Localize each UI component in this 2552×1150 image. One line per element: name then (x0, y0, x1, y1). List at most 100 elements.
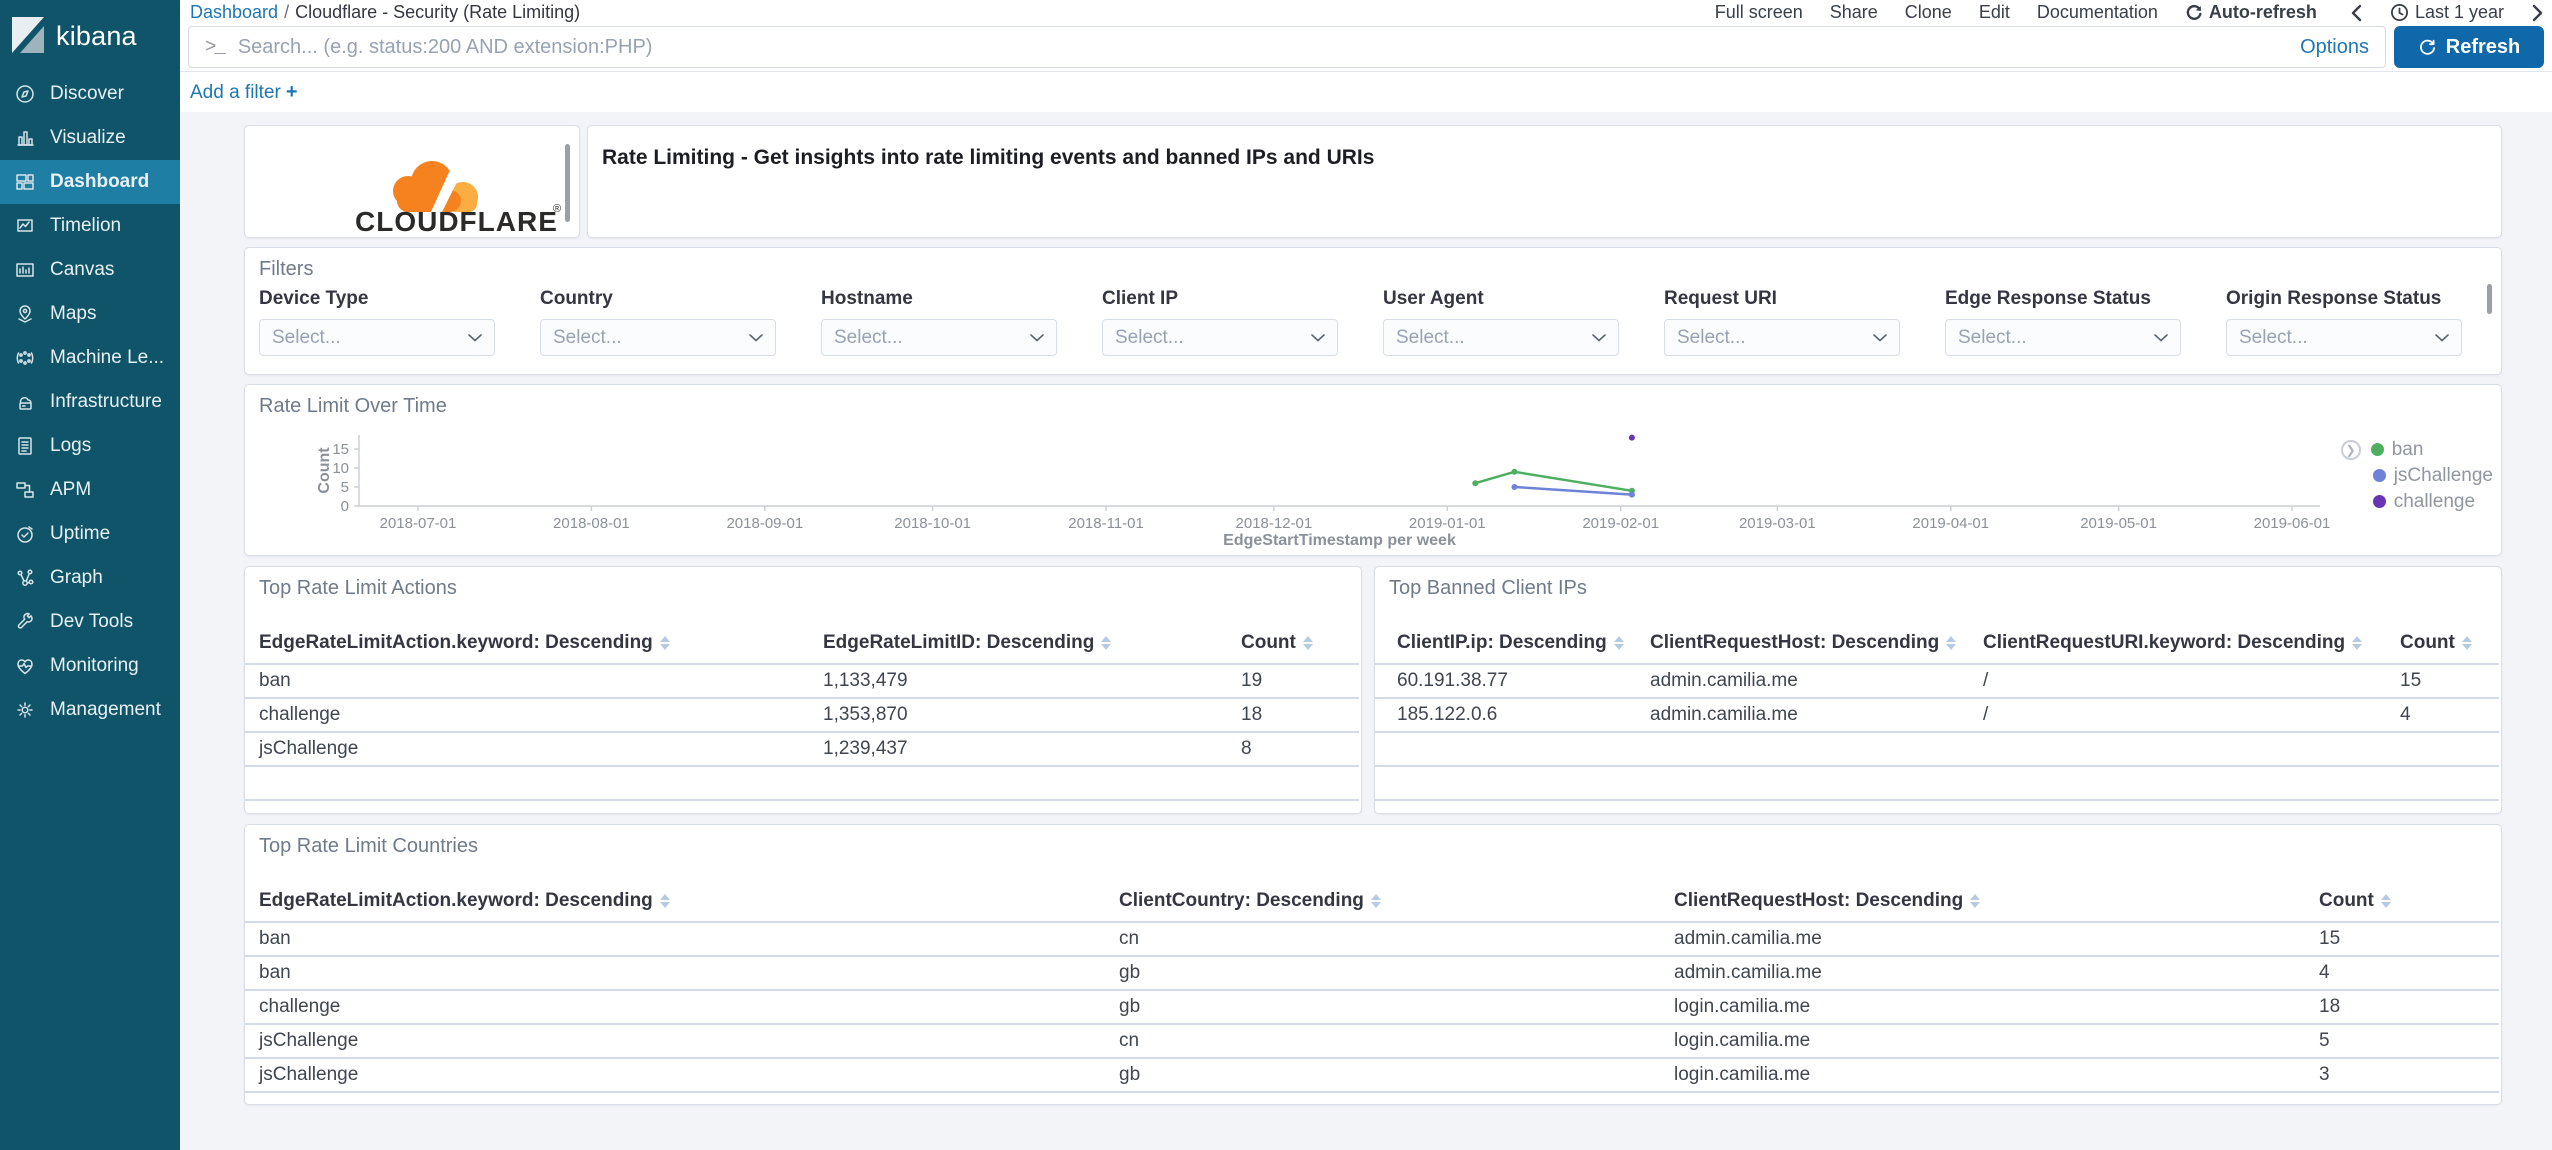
legend-toggle-icon[interactable]: ❯ (2340, 439, 2361, 460)
table-header-row: EdgeRateLimitAction.keyword: Descending E… (245, 623, 1359, 665)
sidebar: kibana Discover Visualize Dashboard Time… (0, 0, 180, 1150)
column-header[interactable]: EdgeRateLimitID: Descending (823, 632, 1241, 654)
auto-refresh-button[interactable]: Auto-refresh (2185, 2, 2317, 23)
svg-text:®: ® (553, 203, 561, 215)
sidebar-item-visualize[interactable]: Visualize (0, 116, 180, 160)
svg-text:EdgeStartTimestamp per week: EdgeStartTimestamp per week (1223, 532, 1456, 549)
svg-text:CLOUDFLARE: CLOUDFLARE (355, 206, 558, 234)
rate-limit-line-chart[interactable]: 0 5 10 15Count 2018-07-01 2018-08-01 2018-09-0… (245, 385, 2501, 555)
column-header[interactable]: ClientRequestHost: Descending (1674, 890, 2319, 912)
chevron-down-icon (1873, 333, 1887, 342)
table-row[interactable]: ban 1,133,479 19 (245, 665, 1359, 699)
svg-text:2018-09-01: 2018-09-01 (726, 515, 803, 532)
column-header[interactable]: Count (2319, 890, 2499, 912)
search-input[interactable] (237, 35, 2285, 59)
column-header[interactable]: ClientRequestHost: Descending (1650, 632, 1983, 654)
gear-icon (17, 702, 33, 718)
sidebar-item-monitoring[interactable]: Monitoring (0, 644, 180, 688)
panel-title: Top Rate Limit Actions (259, 577, 457, 599)
edit-button[interactable]: Edit (1979, 2, 2010, 23)
table-row[interactable]: jsChallenge gb login.camilia.me 3 (245, 1059, 2499, 1093)
filter-select[interactable]: Select... (1945, 319, 2181, 356)
cloudflare-logo: CLOUDFLARE ® (355, 161, 561, 234)
column-header[interactable]: Count (1241, 632, 1359, 654)
chevron-down-icon (468, 333, 482, 342)
table-row[interactable]: challenge gb login.camilia.me 18 (245, 991, 2499, 1025)
refresh-button[interactable]: Refresh (2394, 26, 2544, 68)
table-row[interactable]: jsChallenge 1,239,437 8 (245, 733, 1359, 767)
svg-text:2019-05-01: 2019-05-01 (2080, 515, 2157, 532)
svg-text:2018-11-01: 2018-11-01 (1068, 515, 1144, 532)
time-forward-button[interactable] (2531, 4, 2544, 22)
kibana-logo-icon (12, 17, 44, 53)
breadcrumb-dashboard-link[interactable]: Dashboard (190, 2, 278, 22)
legend-item-challenge[interactable]: challenge (2394, 491, 2475, 513)
svg-text:2019-03-01: 2019-03-01 (1739, 515, 1816, 532)
filter-field-request-uri: Request URI Select... (1664, 288, 1908, 356)
select-placeholder: Select... (1115, 326, 1184, 348)
filter-label: Hostname (821, 288, 913, 309)
top-nav-bar: Dashboard / Cloudflare - Security (Rate Li… (180, 0, 2552, 25)
filter-select[interactable]: Select... (259, 319, 495, 356)
kibana-logo[interactable]: kibana (0, 0, 180, 72)
column-header[interactable]: ClientRequestURI.keyword: Descending (1983, 632, 2400, 654)
sort-icon (1370, 894, 1381, 908)
sidebar-item-uptime[interactable]: Uptime (0, 512, 180, 556)
sidebar-item-timelion[interactable]: Timelion (0, 204, 180, 248)
sidebar-item-management[interactable]: Management (0, 688, 180, 732)
panel-rate-limit-over-time: Rate Limit Over Time 0 5 10 15 Count 2018-07-… (244, 384, 2502, 556)
sidebar-item-discover[interactable]: Discover (0, 72, 180, 116)
query-options-link[interactable]: Options (2300, 36, 2369, 59)
sidebar-item-logs[interactable]: Logs (0, 424, 180, 468)
table-row[interactable]: jsChallenge cn login.camilia.me 5 (245, 1025, 2499, 1059)
sidebar-item-apm[interactable]: APM (0, 468, 180, 512)
clone-button[interactable]: Clone (1905, 2, 1952, 23)
share-button[interactable]: Share (1830, 2, 1878, 23)
legend-item-jschallenge[interactable]: jsChallenge (2394, 465, 2493, 487)
column-header[interactable]: EdgeRateLimitAction.keyword: Descending (259, 632, 823, 654)
table-row[interactable]: 60.191.38.77 admin.camilia.me / 15 (1375, 665, 2499, 699)
filter-select[interactable]: Select... (540, 319, 776, 356)
svg-text:2018-07-01: 2018-07-01 (380, 515, 457, 532)
filter-select[interactable]: Select... (1383, 319, 1619, 356)
sidebar-item-canvas[interactable]: Canvas (0, 248, 180, 292)
sidebar-item-machine-learning[interactable]: Machine Le... (0, 336, 180, 380)
sidebar-item-dashboard[interactable]: Dashboard (0, 160, 180, 204)
time-picker-button[interactable]: Last 1 year (2390, 2, 2504, 23)
legend-item-ban[interactable]: ban (2392, 439, 2424, 461)
sidebar-item-maps[interactable]: Maps (0, 292, 180, 336)
svg-text:2019-06-01: 2019-06-01 (2254, 515, 2331, 532)
filter-select[interactable]: Select... (1102, 319, 1338, 356)
sidebar-item-infrastructure[interactable]: Infrastructure (0, 380, 180, 424)
column-header[interactable]: ClientCountry: Descending (1119, 890, 1674, 912)
sidebar-item-graph[interactable]: Graph (0, 556, 180, 600)
panel-scrollbar[interactable] (565, 144, 570, 222)
chevron-down-icon (2154, 333, 2168, 342)
filter-select[interactable]: Select... (1664, 319, 1900, 356)
add-filter-button[interactable]: Add a filter + (190, 81, 298, 104)
dashboard-grid-icon (16, 174, 34, 190)
table-cell: login.camilia.me (1674, 1030, 1811, 1051)
filter-select[interactable]: Select... (821, 319, 1057, 356)
column-header[interactable]: Count (2400, 632, 2499, 654)
table-row[interactable]: ban cn admin.camilia.me 15 (245, 923, 2499, 957)
table-cell: 19 (1241, 670, 1263, 691)
table-row[interactable]: 185.122.0.6 admin.camilia.me / 4 (1375, 699, 2499, 733)
sort-icon (1970, 894, 1981, 908)
filter-select[interactable]: Select... (2226, 319, 2462, 356)
table-cell: ban (259, 962, 291, 983)
sidebar-item-dev-tools[interactable]: Dev Tools (0, 600, 180, 644)
table-row[interactable]: challenge 1,353,870 18 (245, 699, 1359, 733)
panel-title: Filters (259, 258, 314, 280)
sort-icon (659, 894, 670, 908)
sort-icon (2380, 894, 2391, 908)
panel-scrollbar[interactable] (2487, 284, 2492, 314)
column-header[interactable]: ClientIP.ip: Descending (1397, 632, 1650, 654)
full-screen-button[interactable]: Full screen (1715, 2, 1803, 23)
documentation-link[interactable]: Documentation (2037, 2, 2158, 23)
uptime-icon (17, 526, 33, 543)
column-header[interactable]: EdgeRateLimitAction.keyword: Descending (259, 890, 1119, 912)
filter-field-device-type: Device Type Select... (259, 288, 503, 356)
table-row[interactable]: ban gb admin.camilia.me 4 (245, 957, 2499, 991)
time-back-button[interactable] (2350, 4, 2363, 22)
